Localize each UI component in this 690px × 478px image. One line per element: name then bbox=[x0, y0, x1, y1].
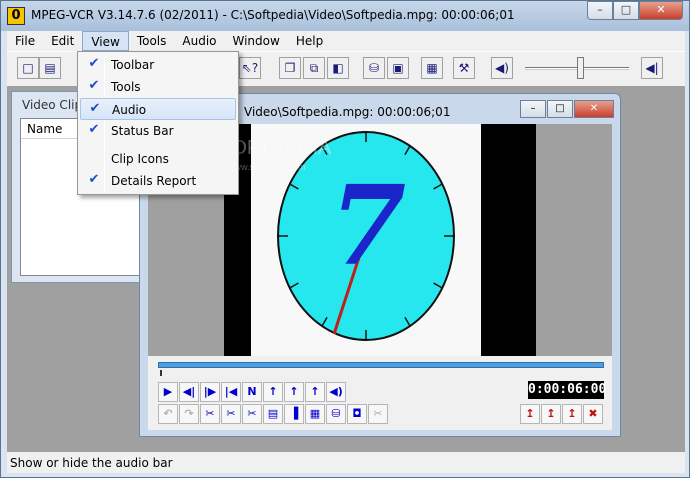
clip-copy-icon[interactable]: ❐ bbox=[279, 57, 301, 79]
menu-item-label: Audio bbox=[112, 103, 147, 117]
mark-up-icon[interactable]: ↑ bbox=[284, 382, 304, 402]
camera-icon[interactable]: ◘ bbox=[347, 404, 367, 424]
checkmark-icon: ✔ bbox=[88, 122, 100, 137]
step-back-icon[interactable]: ◀| bbox=[179, 382, 199, 402]
close-button[interactable]: ✕ bbox=[639, 1, 683, 20]
menu-item-toolbar[interactable]: ✔ Toolbar bbox=[80, 54, 236, 76]
clock-digit: 7 bbox=[330, 161, 407, 290]
goto-mark-icon[interactable]: ↥ bbox=[541, 404, 561, 424]
window-title: MPEG-VCR V3.14.7.6 (02/2011) - C:\Softpe… bbox=[31, 8, 515, 22]
seek-position-marker[interactable] bbox=[160, 370, 162, 376]
menu-item-status-bar[interactable]: ✔ Status Bar bbox=[80, 120, 236, 142]
menu-item-label: Details Report bbox=[111, 174, 197, 188]
menu-edit[interactable]: Edit bbox=[43, 31, 82, 51]
menu-file[interactable]: File bbox=[7, 31, 43, 51]
tools-icon[interactable]: ⚒ bbox=[453, 57, 475, 79]
menu-item-clip-icons[interactable]: Clip Icons bbox=[80, 148, 236, 170]
video-window-title: Video\Softpedia.mpg: 00:00:06;01 bbox=[244, 105, 451, 119]
goto-in-icon[interactable]: ↥ bbox=[520, 404, 540, 424]
mark-in-icon[interactable]: ↑ bbox=[263, 382, 283, 402]
undo-icon: ↶ bbox=[158, 404, 178, 424]
marker-icon[interactable]: ▐ bbox=[284, 404, 304, 424]
menu-help[interactable]: Help bbox=[288, 31, 331, 51]
volume-slider-thumb[interactable] bbox=[577, 57, 584, 79]
app-icon[interactable]: 0 bbox=[7, 7, 25, 25]
title-bar[interactable]: 0 MPEG-VCR V3.14.7.6 (02/2011) - C:\Soft… bbox=[1, 1, 689, 31]
video-minimize-button[interactable]: – bbox=[520, 100, 546, 118]
menu-item-tools[interactable]: ✔ Tools bbox=[80, 76, 236, 98]
open-jpeg-icon[interactable]: ▤ bbox=[39, 57, 61, 79]
video-maximize-button[interactable]: □ bbox=[547, 100, 573, 118]
next-icon[interactable]: N bbox=[242, 382, 262, 402]
play-icon[interactable]: ▶ bbox=[158, 382, 178, 402]
column-name-header[interactable]: Name bbox=[27, 122, 62, 136]
mark-out-icon[interactable]: ↑ bbox=[305, 382, 325, 402]
window-controls: – □ ✕ bbox=[587, 1, 683, 20]
menu-item-details-report[interactable]: ✔ Details Report bbox=[80, 170, 236, 192]
speaker-icon[interactable]: ◀) bbox=[491, 57, 513, 79]
menu-item-label: Tools bbox=[111, 80, 141, 94]
menu-window[interactable]: Window bbox=[225, 31, 288, 51]
menu-view[interactable]: View bbox=[82, 31, 129, 51]
audio-icon[interactable]: ◀) bbox=[326, 382, 346, 402]
clip-export-icon[interactable]: ▣ bbox=[387, 57, 409, 79]
timecode-display: 0:00:06:00 bbox=[528, 381, 607, 399]
new-file-icon[interactable]: □ bbox=[17, 57, 39, 79]
menu-item-label: Toolbar bbox=[111, 58, 155, 72]
clip-join-icon[interactable]: ⧉ bbox=[303, 57, 325, 79]
menu-item-audio[interactable]: ✔ Audio bbox=[80, 98, 236, 120]
menu-bar: File Edit View Tools Audio Window Help bbox=[7, 31, 685, 51]
clip-save-icon[interactable]: ▤ bbox=[263, 404, 283, 424]
checkmark-icon: ✔ bbox=[88, 172, 100, 187]
menu-item-label: Status Bar bbox=[111, 124, 174, 138]
view-menu-dropdown: ✔ Toolbar ✔ Tools ✔ Audio ✔ Status Bar Clip Icon… bbox=[77, 51, 239, 195]
menu-audio[interactable]: Audio bbox=[174, 31, 224, 51]
cut-alt-icon[interactable]: ✂ bbox=[221, 404, 241, 424]
step-forward-icon[interactable]: |▶ bbox=[200, 382, 220, 402]
goto-out-icon[interactable]: ↥ bbox=[562, 404, 582, 424]
clip-details-icon[interactable]: ▦ bbox=[421, 57, 443, 79]
volume-icon[interactable]: ◀| bbox=[641, 57, 663, 79]
checkmark-icon: ✔ bbox=[88, 78, 100, 93]
status-text: Show or hide the audio bar bbox=[10, 456, 173, 470]
db-icon[interactable]: ⛁ bbox=[326, 404, 346, 424]
menu-tools[interactable]: Tools bbox=[129, 31, 175, 51]
cut-icon[interactable]: ✂ bbox=[200, 404, 220, 424]
video-close-button[interactable]: ✕ bbox=[574, 100, 614, 118]
skip-start-icon[interactable]: |◀ bbox=[221, 382, 241, 402]
minimize-button[interactable]: – bbox=[587, 1, 613, 20]
database-icon[interactable]: ⛁ bbox=[363, 57, 385, 79]
maximize-button[interactable]: □ bbox=[613, 1, 639, 20]
checkmark-icon: ✔ bbox=[88, 56, 100, 71]
checkmark-icon: ✔ bbox=[89, 101, 101, 116]
clip-split-icon[interactable]: ◧ bbox=[327, 57, 349, 79]
trim-icon: ✂ bbox=[368, 404, 388, 424]
video-window-controls: – □ ✕ bbox=[520, 100, 614, 118]
cut-range-icon[interactable]: ✂ bbox=[242, 404, 262, 424]
status-bar: Show or hide the audio bar bbox=[7, 451, 685, 473]
seek-bar[interactable] bbox=[158, 362, 604, 368]
clip-list-icon[interactable]: ▦ bbox=[305, 404, 325, 424]
delete-mark-icon[interactable]: ✖ bbox=[583, 404, 603, 424]
help-pointer-icon[interactable]: ⇖? bbox=[239, 57, 261, 79]
menu-item-label: Clip Icons bbox=[111, 152, 169, 166]
application-window: 0 MPEG-VCR V3.14.7.6 (02/2011) - C:\Soft… bbox=[0, 0, 690, 478]
clip-window-title: Video Clip bbox=[22, 98, 83, 112]
redo-icon: ↷ bbox=[179, 404, 199, 424]
